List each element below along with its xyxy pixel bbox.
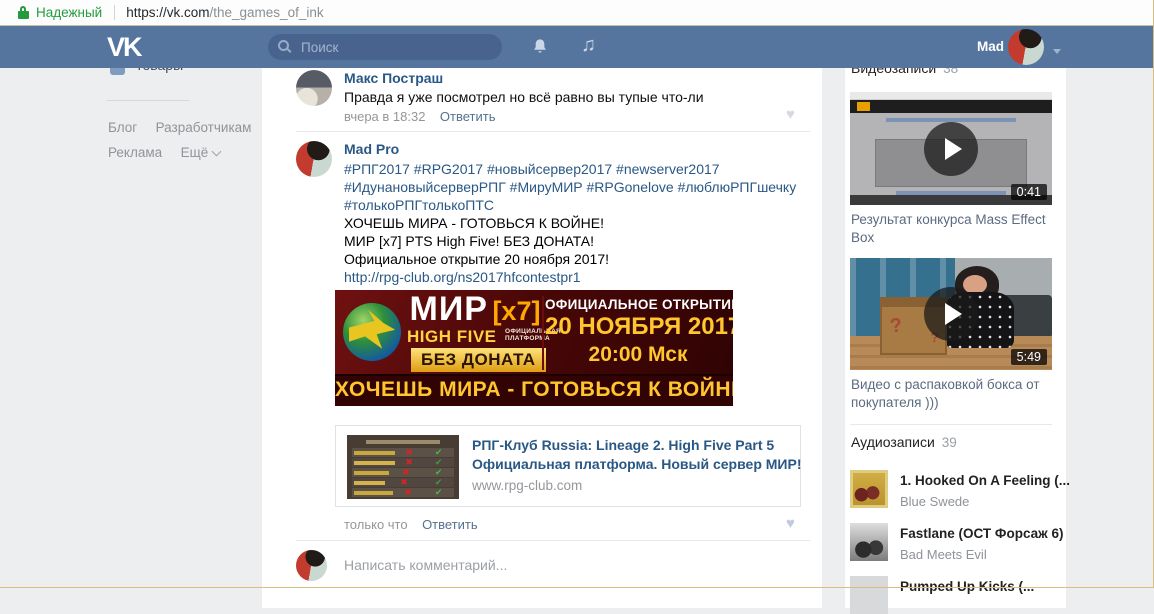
hashtags-line[interactable]: #ИдунановыйсерверРПГ #МируМИР #RPGonelov… <box>344 178 796 196</box>
post-text-line: Официальное открытие 20 ноября 2017! <box>344 251 609 267</box>
more-chevron-icon <box>211 146 222 157</box>
hashtags-line[interactable]: #толькоРПГтолькоПТС <box>344 196 796 214</box>
banner-subtitle: HIGH FIVE ОФИЦИАЛЬНАЯ ПЛАТФОРМА <box>407 327 561 347</box>
url-separator <box>114 5 116 20</box>
footer-link-more[interactable]: Ещё <box>181 145 209 160</box>
comment-time: вчера в 18:32 <box>344 109 426 124</box>
banner-opening-date: 20 НОЯБРЯ 2017 <box>545 313 733 340</box>
comment-divider <box>296 131 810 132</box>
comment-time: только что <box>344 517 408 532</box>
header-menu-chevron-icon[interactable] <box>1053 49 1061 54</box>
right-modules-block: Видеозаписи 38 0:41 Результат конкурса Ma… <box>845 60 1070 614</box>
banner-title-x7: [x7] <box>492 296 541 326</box>
audio-cover[interactable] <box>850 470 888 508</box>
audio-cover[interactable] <box>850 576 888 614</box>
footer-link-developers[interactable]: Разработчикам <box>156 120 252 135</box>
page-content: Товары Блог Разработчикам Реклама Ещё Ма… <box>0 57 1154 614</box>
audio-artist[interactable]: Bad Meets Evil <box>900 547 987 562</box>
search-icon <box>278 40 292 54</box>
avatar[interactable] <box>296 141 332 177</box>
vk-top-header: VK ♫ Mad <box>0 26 1154 68</box>
like-heart-icon[interactable]: ♥ <box>786 107 795 122</box>
notifications-bell-icon[interactable] <box>531 38 549 56</box>
footer-link-ads[interactable]: Реклама <box>108 145 162 160</box>
video-duration: 5:49 <box>1010 349 1047 365</box>
audios-title[interactable]: Аудиозаписи <box>851 434 935 450</box>
banner-title: МИР [x7] <box>405 290 545 329</box>
banner-slogan: ХОЧЕШЬ МИРА - ГОТОВЬСЯ К ВОЙНЕ <box>335 374 733 406</box>
audio-cover[interactable] <box>850 523 888 561</box>
browser-address-bar[interactable]: Надежный https://vk.com/the_games_of_ink <box>0 0 1154 26</box>
video-thumbnail[interactable]: ?? 5:49 <box>850 258 1052 370</box>
reply-link[interactable]: Ответить <box>440 109 496 124</box>
banner-divider <box>542 296 544 370</box>
banner-opening-label: ОФИЦИАЛЬНОЕ ОТКРЫТИЕ <box>545 297 733 312</box>
avatar[interactable] <box>296 70 332 106</box>
link-preview-card[interactable]: ✖ ✔ ✖ ✔ ✖ ✔ ✖ ✔ ✖ ✔ РПГ-Клуб Russia: Lineage … <box>335 425 801 507</box>
play-icon[interactable] <box>924 121 978 176</box>
avatar[interactable] <box>296 550 327 581</box>
globe-dove-graphic <box>343 303 401 361</box>
audios-count: 39 <box>941 435 957 450</box>
link-preview-thumbnail: ✖ ✔ ✖ ✔ ✖ ✔ ✖ ✔ ✖ ✔ <box>347 435 459 499</box>
url-host: https://vk.com <box>126 5 210 20</box>
module-divider <box>850 424 1052 425</box>
vk-logo[interactable]: VK <box>107 32 142 63</box>
url-path: /the_games_of_ink <box>209 5 324 20</box>
post-text-line: ХОЧЕШЬ МИРА - ГОТОВЬСЯ К ВОЙНЕ! <box>344 215 604 231</box>
post-link[interactable]: http://rpg-club.org/ns2017hfcontestpr1 <box>344 268 796 286</box>
comment-divider <box>296 540 810 541</box>
footer-link-blog[interactable]: Блог <box>108 120 137 135</box>
comment-meta: вчера в 18:32 Ответить <box>344 108 495 126</box>
video-duration: 0:41 <box>1010 184 1047 200</box>
check-icon: ✔ <box>434 447 443 457</box>
search-input[interactable] <box>299 38 483 56</box>
reply-link[interactable]: Ответить <box>422 517 478 532</box>
link-card-title[interactable]: Официальная платформа. Новый сервер МИР! <box>472 455 801 474</box>
security-label: Надежный <box>36 5 103 20</box>
header-search-box[interactable] <box>268 34 502 60</box>
audios-module-header[interactable]: Аудиозаписи 39 <box>851 434 957 452</box>
post-text-line: МИР [x7] PTS High Five! БЕЗ ДОНАТА! <box>344 233 595 249</box>
comment-author[interactable]: Макс Постраш <box>344 70 443 86</box>
video-caption[interactable]: Результат конкурса Mass Effect Box <box>851 211 1049 247</box>
comment-text: Правда я уже посмотрел но всё равно вы т… <box>344 89 704 105</box>
hashtags-line[interactable]: #РПГ2017 #RPG2017 #новыйсервер2017 #news… <box>344 160 796 178</box>
header-user-name[interactable]: Mad <box>977 39 1004 54</box>
audio-artist[interactable]: Blue Swede <box>900 494 969 509</box>
comments-block: Макс Постраш Правда я уже посмотрел но в… <box>262 68 822 608</box>
sidebar-footer-row-1: Блог Разработчикам <box>108 119 251 137</box>
banner-title-mir: МИР <box>409 290 488 328</box>
attached-banner-image[interactable]: МИР [x7] HIGH FIVE ОФИЦИАЛЬНАЯ ПЛАТФОРМА… <box>335 290 733 406</box>
comment-input[interactable]: Написать комментарий... <box>344 557 507 573</box>
link-card-domain: www.rpg-club.com <box>472 478 583 493</box>
sidebar-footer-row-2: Реклама Ещё <box>108 144 222 162</box>
comment-meta: только что Ответить <box>344 516 478 534</box>
sidebar-divider <box>106 100 190 101</box>
link-card-title[interactable]: РПГ-Клуб Russia: Lineage 2. High Five Pa… <box>472 436 774 455</box>
header-user-avatar[interactable] <box>1008 29 1044 65</box>
audio-title[interactable]: Fastlane (ОСТ Форсаж 6) <box>900 526 1063 541</box>
play-icon[interactable] <box>924 287 978 341</box>
video-thumbnail[interactable]: 0:41 <box>850 92 1052 205</box>
music-icon[interactable]: ♫ <box>581 34 596 57</box>
banner-high-five: HIGH FIVE <box>407 327 497 346</box>
banner-opening-time: 20:00 Мск <box>588 343 688 366</box>
vk-page: { "browser": { "security_label": "Надежн… <box>0 0 1154 614</box>
comment-author[interactable]: Mad Pro <box>344 141 399 157</box>
comment-body: #РПГ2017 #RPG2017 #новыйсервер2017 #news… <box>344 160 796 286</box>
cross-icon: ✖ <box>405 447 413 457</box>
banner-no-donate-badge: БЕЗ ДОНАТА <box>411 348 546 372</box>
secure-lock-icon <box>18 6 29 19</box>
audio-title[interactable]: Pumped Up Kicks (... <box>900 579 1034 594</box>
like-heart-icon[interactable]: ♥ <box>786 516 795 531</box>
audio-title[interactable]: 1. Hooked On A Feeling (... <box>900 473 1070 488</box>
video-caption[interactable]: Видео с распаковкой бокса от покупателя … <box>851 376 1049 412</box>
